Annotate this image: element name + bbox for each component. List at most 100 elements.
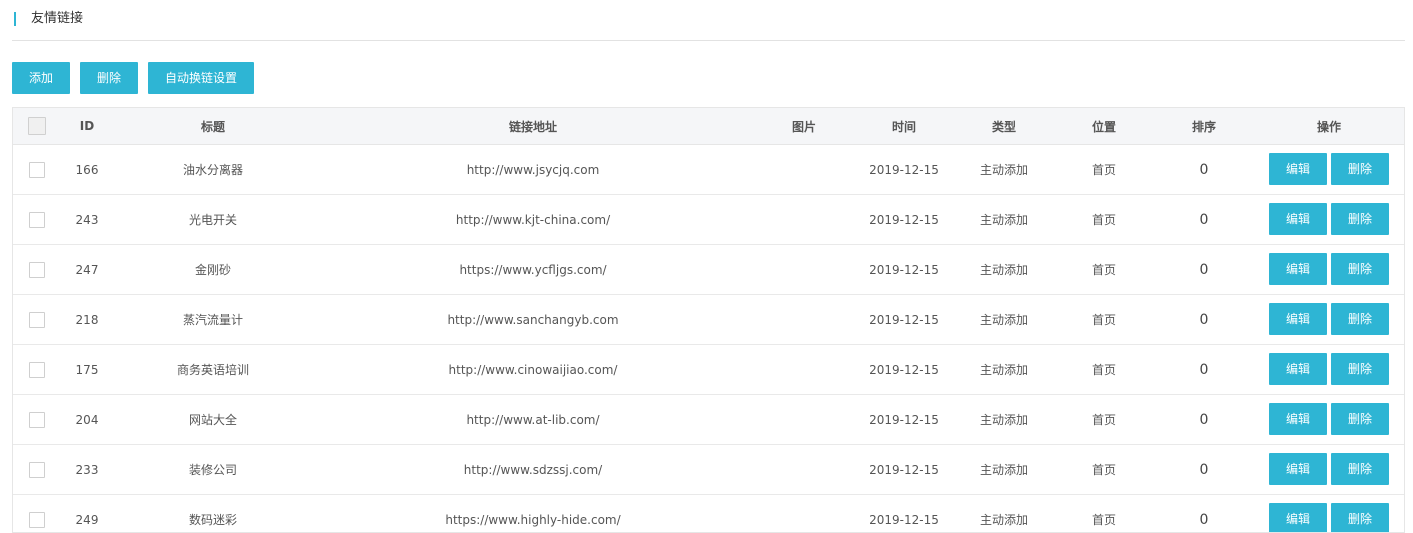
row-delete-button[interactable]: 删除 (1331, 153, 1389, 185)
delete-selected-button[interactable]: 删除 (80, 62, 138, 94)
page-title: 友情链接 (31, 11, 84, 26)
row-image (763, 395, 845, 444)
row-title: 网站大全 (188, 413, 237, 427)
row-title: 数码迷彩 (188, 513, 237, 527)
header-sort[interactable]: 排序 (1163, 108, 1245, 144)
row-type: 主动添加 (979, 513, 1028, 527)
row-sort: 0 (1199, 361, 1209, 378)
row-delete-button[interactable]: 删除 (1331, 303, 1389, 335)
row-url: https://www.highly-hide.com/ (445, 512, 621, 527)
row-image (763, 145, 845, 194)
header-position[interactable]: 位置 (1063, 108, 1145, 144)
row-time: 2019-12-15 (869, 262, 939, 277)
row-sort: 0 (1199, 411, 1209, 428)
header-time[interactable]: 时间 (853, 108, 955, 144)
row-checkbox-cell (13, 395, 61, 444)
table-row: 243 光电开关 http://www.kjt-china.com/2019-12-… (13, 195, 1404, 245)
row-position: 首页 (1091, 463, 1116, 477)
row-image (763, 445, 845, 494)
row-time: 2019-12-15 (869, 362, 939, 377)
row-delete-button[interactable]: 删除 (1331, 253, 1389, 285)
row-id: 249 (75, 512, 99, 527)
row-type: 主动添加 (979, 463, 1028, 477)
row-type: 主动添加 (979, 313, 1028, 327)
row-position: 首页 (1091, 513, 1116, 527)
row-sort: 0 (1199, 461, 1209, 478)
row-sort: 0 (1199, 311, 1209, 328)
page: 友情链接 添加 删除 自动换链设置 ID 标题 链接地址 图片 时间 类型 位置… (0, 0, 1413, 533)
row-type: 主动添加 (979, 263, 1028, 277)
row-url: http://www.sdzssj.com/ (463, 462, 603, 477)
row-checkbox[interactable] (29, 461, 45, 478)
row-time: 2019-12-15 (869, 162, 939, 177)
edit-button[interactable]: 编辑 (1269, 253, 1327, 285)
table-row: 175 商务英语培训 http://www.cinowaijiao.com/2019… (13, 345, 1404, 395)
row-checkbox[interactable] (29, 311, 45, 328)
edit-button[interactable]: 编辑 (1269, 453, 1327, 485)
select-all-checkbox[interactable] (28, 117, 46, 135)
row-id: 175 (75, 362, 99, 377)
edit-button[interactable]: 编辑 (1269, 153, 1327, 185)
row-sort: 0 (1199, 211, 1209, 228)
row-checkbox-cell (13, 345, 61, 394)
row-url: http://www.jsycjq.com (466, 162, 600, 177)
row-id: 233 (75, 462, 99, 477)
table-header: ID 标题 链接地址 图片 时间 类型 位置 排序 操作 (13, 108, 1404, 145)
row-checkbox[interactable] (29, 511, 45, 528)
row-type: 主动添加 (979, 363, 1028, 377)
links-table: ID 标题 链接地址 图片 时间 类型 位置 排序 操作 166 油水分离器 htt… (12, 107, 1405, 533)
row-title: 金刚砂 (194, 263, 231, 277)
row-id: 166 (75, 162, 99, 177)
row-checkbox[interactable] (29, 361, 45, 378)
row-checkbox[interactable] (29, 411, 45, 428)
edit-button[interactable]: 编辑 (1269, 503, 1327, 532)
row-checkbox-cell (13, 145, 61, 194)
row-position: 首页 (1091, 263, 1116, 277)
row-id: 204 (75, 412, 99, 427)
edit-button[interactable]: 编辑 (1269, 353, 1327, 385)
row-sort: 0 (1199, 261, 1209, 278)
row-url: http://www.cinowaijiao.com/ (448, 362, 618, 377)
header-checkbox-cell (13, 108, 61, 144)
row-checkbox[interactable] (29, 211, 45, 228)
header-url[interactable]: 链接地址 (373, 108, 693, 144)
row-checkbox[interactable] (29, 161, 45, 178)
row-title: 商务英语培训 (176, 363, 249, 377)
table-row: 247 金刚砂 https://www.ycfljgs.com/2019-12-15… (13, 245, 1404, 295)
row-sort: 0 (1199, 161, 1209, 178)
row-position: 首页 (1091, 313, 1116, 327)
row-time: 2019-12-15 (869, 412, 939, 427)
row-delete-button[interactable]: 删除 (1331, 503, 1389, 532)
row-position: 首页 (1091, 413, 1116, 427)
row-delete-button[interactable]: 删除 (1331, 203, 1389, 235)
row-time: 2019-12-15 (869, 312, 939, 327)
row-delete-button[interactable]: 删除 (1331, 453, 1389, 485)
row-id: 243 (75, 212, 99, 227)
header-title[interactable]: 标题 (133, 108, 293, 144)
header-id[interactable]: ID (61, 108, 113, 144)
header-type[interactable]: 类型 (963, 108, 1045, 144)
title-accent-bar (14, 12, 16, 26)
add-button[interactable]: 添加 (12, 62, 70, 94)
edit-button[interactable]: 编辑 (1269, 403, 1327, 435)
row-sort: 0 (1199, 511, 1209, 528)
row-delete-button[interactable]: 删除 (1331, 403, 1389, 435)
table-row: 218 蒸汽流量计 http://www.sanchangyb.com 2019-12… (13, 295, 1404, 345)
row-time: 2019-12-15 (869, 512, 939, 527)
row-title: 装修公司 (188, 463, 237, 477)
row-checkbox-cell (13, 195, 61, 244)
row-id: 218 (75, 312, 99, 327)
row-position: 首页 (1091, 363, 1116, 377)
row-checkbox-cell (13, 445, 61, 494)
edit-button[interactable]: 编辑 (1269, 303, 1327, 335)
row-checkbox-cell (13, 295, 61, 344)
row-delete-button[interactable]: 删除 (1331, 353, 1389, 385)
edit-button[interactable]: 编辑 (1269, 203, 1327, 235)
header-image[interactable]: 图片 (763, 108, 845, 144)
row-title: 油水分离器 (182, 163, 243, 177)
table-row: 166 油水分离器 http://www.jsycjq.com 2019-12-15 主… (13, 145, 1404, 195)
auto-link-settings-button[interactable]: 自动换链设置 (148, 62, 254, 94)
row-image (763, 245, 845, 294)
row-checkbox[interactable] (29, 261, 45, 278)
row-position: 首页 (1091, 213, 1116, 227)
